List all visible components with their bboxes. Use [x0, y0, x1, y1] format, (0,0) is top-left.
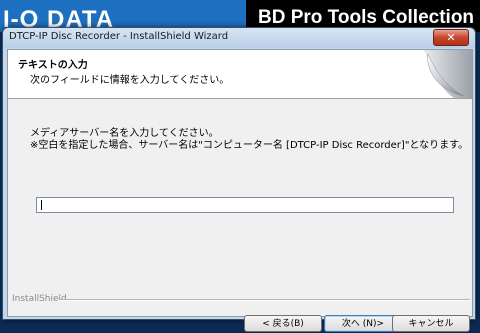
next-button[interactable]: 次へ (N)> [324, 315, 402, 332]
dialog-client-area: テキストの入力 次のフィールドに情報を入力してください。 メディアサーバー名を入… [7, 49, 473, 332]
text-caret [41, 200, 42, 210]
window-titlebar[interactable]: DTCP-IP Disc Recorder - InstallShield Wi… [3, 28, 475, 48]
window-title: DTCP-IP Disc Recorder - InstallShield Wi… [9, 31, 229, 42]
product-title: BD Pro Tools Collection [258, 7, 475, 28]
close-button[interactable]: ✕ [433, 29, 469, 46]
page-title: テキストの入力 [18, 60, 88, 71]
server-name-input[interactable] [36, 197, 454, 213]
wizard-body: メディアサーバー名を入力してください。 ※空白を指定した場合、サーバー名は"コン… [8, 99, 472, 332]
close-icon: ✕ [446, 31, 456, 44]
instruction-note: ※空白を指定した場合、サーバー名は"コンピューター名 [DTCP-IP Disc… [30, 140, 469, 151]
wizard-header: テキストの入力 次のフィールドに情報を入力してください。 [8, 50, 472, 99]
installshield-wizard-window: DTCP-IP Disc Recorder - InstallShield Wi… [2, 27, 476, 332]
cancel-button[interactable]: キャンセル [392, 315, 470, 332]
page-curl-graphic [424, 50, 472, 98]
footer-divider [58, 299, 470, 301]
page-subtitle: 次のフィールドに情報を入力してください。 [30, 75, 230, 86]
back-button[interactable]: < 戻る(B) [244, 315, 322, 332]
